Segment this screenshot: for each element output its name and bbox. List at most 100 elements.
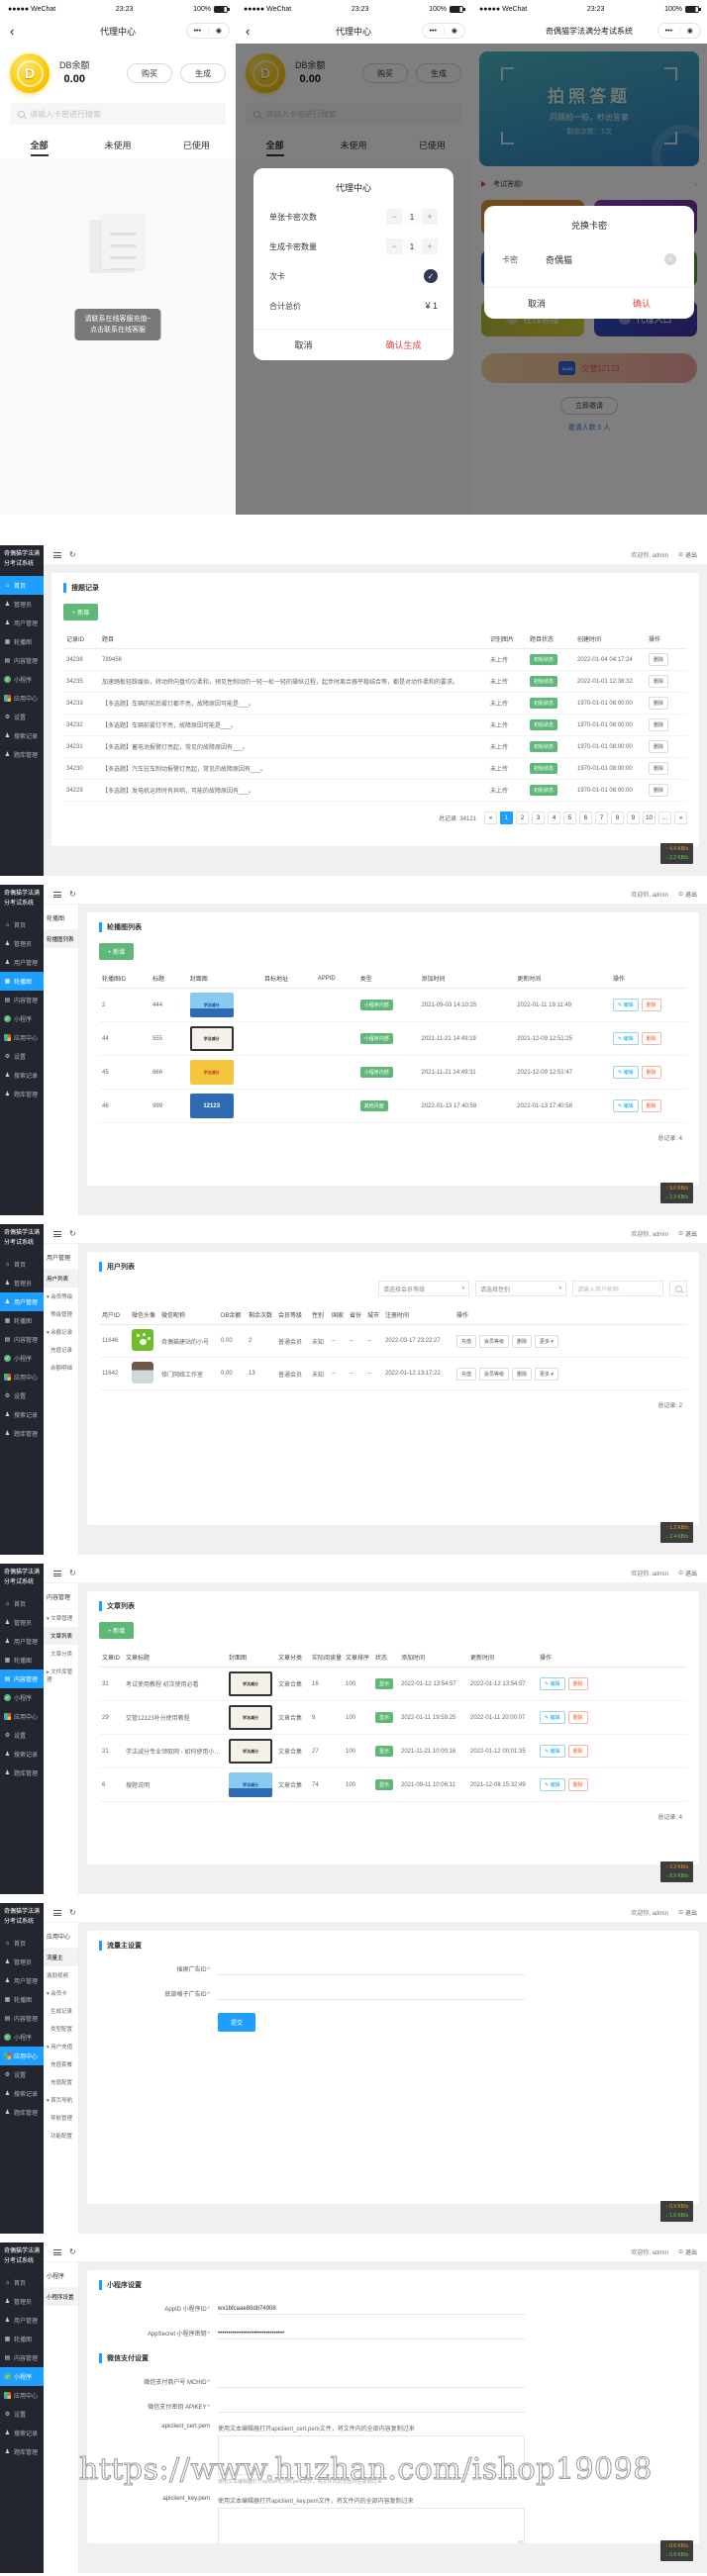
submenu-item[interactable]: 文章分类 (44, 1645, 78, 1663)
edit-button[interactable]: ✎ 编辑 (540, 1711, 565, 1724)
page-button[interactable]: 5 (563, 811, 576, 824)
sidebar-item[interactable]: 小程序 (0, 670, 44, 689)
menu-toggle-icon[interactable] (53, 551, 61, 558)
submenu-item[interactable]: 导航管理 (44, 2109, 78, 2127)
text-input[interactable] (218, 1961, 525, 1975)
edit-button[interactable]: ✎ 编辑 (613, 1032, 639, 1045)
logout-button[interactable]: ⊙ 退出 (678, 1908, 697, 1917)
logout-button[interactable]: ⊙ 退出 (678, 550, 697, 559)
delete-button[interactable]: 删除 (567, 1677, 588, 1690)
sidebar-item[interactable]: 题库管理 (0, 2442, 44, 2461)
page-button[interactable]: 1 (500, 811, 513, 824)
row-action-button[interactable]: 更多 ▾ (535, 1367, 558, 1381)
sidebar-item[interactable]: 搜索记录 (0, 2424, 44, 2442)
sidebar-item[interactable]: 首页 (0, 915, 44, 934)
sidebar-item[interactable]: 搜索记录 (0, 2084, 44, 2103)
sidebar-item[interactable]: 用户管理 (0, 2311, 44, 2330)
sidebar-item[interactable]: 用户管理 (0, 614, 44, 632)
more-icon[interactable]: ••• (423, 24, 444, 38)
row-action-button[interactable]: 会员等级 (479, 1367, 510, 1381)
sidebar-item[interactable]: 首页 (0, 576, 44, 596)
menu-toggle-icon[interactable] (53, 2248, 61, 2255)
submenu-item[interactable]: ▾ 文章管理 (44, 1609, 78, 1627)
delete-button[interactable]: 删除 (567, 1745, 588, 1758)
submenu-item[interactable]: 轮播图列表 (44, 930, 78, 948)
submenu-item[interactable]: 充值配置 (44, 2073, 78, 2091)
delete-button[interactable]: 删除 (649, 675, 669, 688)
more-icon[interactable]: ••• (187, 24, 208, 38)
add-button[interactable]: + 新增 (99, 943, 135, 960)
logout-button[interactable]: ⊙ 退出 (678, 1569, 697, 1577)
logout-button[interactable]: ⊙ 退出 (678, 2247, 697, 2256)
sidebar-item[interactable]: 内容管理 (0, 1670, 44, 1689)
page-button[interactable]: 3 (532, 811, 545, 824)
sidebar-item[interactable]: 管理员 (0, 1953, 44, 1971)
delete-button[interactable]: 删除 (641, 1099, 661, 1112)
sidebar-item[interactable]: 应用中心 (0, 2386, 44, 2405)
sidebar-item[interactable]: 应用中心 (0, 689, 44, 708)
sidebar-item[interactable]: 应用中心 (0, 1028, 44, 1047)
submit-button[interactable]: 提交 (218, 2013, 256, 2032)
sidebar-item[interactable]: 内容管理 (0, 1330, 44, 1349)
tab[interactable]: 已使用 (157, 131, 236, 158)
sidebar-item[interactable]: 首页 (0, 1255, 44, 1274)
page-button[interactable]: 10 (643, 811, 656, 824)
logout-button[interactable]: ⊙ 退出 (678, 1229, 697, 1238)
sidebar-item[interactable]: 管理员 (0, 595, 44, 614)
add-button[interactable]: + 新增 (63, 604, 99, 620)
sidebar-item[interactable]: 小程序 (0, 1009, 44, 1028)
delete-button[interactable]: 删除 (649, 784, 669, 797)
submenu-item[interactable]: ▾ 会员等级 (44, 1288, 78, 1305)
sidebar-item[interactable]: 管理员 (0, 934, 44, 953)
delete-button[interactable]: 删除 (641, 1066, 661, 1079)
mchid-input[interactable] (218, 2374, 525, 2388)
tab[interactable]: 全部 (0, 131, 78, 158)
gender-select[interactable]: 请选择性别 ▾ (475, 1281, 566, 1296)
sidebar-item[interactable]: 题库管理 (0, 1085, 44, 1103)
row-action-button[interactable]: 充值 (456, 1367, 477, 1381)
sidebar-item[interactable]: 应用中心 (0, 2047, 44, 2066)
refresh-icon[interactable]: ↻ (69, 890, 76, 899)
submenu-item[interactable]: 等级管理 (44, 1305, 78, 1323)
tab[interactable]: 未使用 (78, 131, 156, 158)
sidebar-item[interactable]: 设置 (0, 2405, 44, 2424)
delete-button[interactable]: 删除 (649, 762, 669, 775)
delete-button[interactable]: 删除 (641, 1032, 661, 1045)
refresh-icon[interactable]: ↻ (69, 1908, 76, 1917)
sidebar-item[interactable]: 用户管理 (0, 1971, 44, 1990)
edit-button[interactable]: ✎ 编辑 (613, 999, 639, 1011)
page-button[interactable]: 4 (548, 811, 560, 824)
checkbox-checked[interactable]: ✓ (424, 269, 438, 283)
page-button[interactable]: … (658, 811, 671, 824)
appsecret-input[interactable]: •••••••••••••••••••••••••••••••• (218, 2326, 525, 2339)
sidebar-item[interactable]: 小程序 (0, 2028, 44, 2047)
refresh-icon[interactable]: ↻ (69, 1569, 76, 1577)
edit-button[interactable]: ✎ 编辑 (613, 1099, 639, 1112)
page-button[interactable]: « (484, 811, 497, 824)
logout-button[interactable]: ⊙ 退出 (678, 890, 697, 899)
sidebar-item[interactable]: 搜索记录 (0, 1745, 44, 1764)
sidebar-item[interactable]: 设置 (0, 708, 44, 726)
refresh-icon[interactable]: ↻ (69, 2247, 76, 2256)
sidebar-item[interactable]: 用户管理 (0, 953, 44, 972)
plus-button[interactable]: + (422, 209, 438, 225)
sidebar-item[interactable]: 用户管理 (0, 1632, 44, 1651)
appid-input[interactable]: wx1bfcaae80db74908 (218, 2301, 525, 2315)
minus-button[interactable]: − (386, 209, 402, 225)
confirm-button[interactable]: 确认 (589, 288, 694, 319)
page-button[interactable]: 7 (595, 811, 608, 824)
row-action-button[interactable]: 充值 (456, 1334, 477, 1348)
submenu-item[interactable]: 余额明细 (44, 1359, 78, 1377)
edit-button[interactable]: ✎ 编辑 (613, 1066, 639, 1079)
minimize-icon[interactable]: ◉ (445, 24, 465, 38)
card-key-input[interactable]: 奇偶猫 (546, 253, 572, 266)
page-button[interactable]: » (674, 811, 687, 824)
submenu-item[interactable]: ▾ 用户充值 (44, 2038, 78, 2055)
sidebar-item[interactable]: 设置 (0, 2065, 44, 2084)
sidebar-item[interactable]: 题库管理 (0, 2103, 44, 2122)
delete-button[interactable]: 删除 (649, 718, 669, 731)
submenu-item[interactable]: ▸ 文件库管理 (44, 1663, 78, 1688)
edit-button[interactable]: ✎ 编辑 (540, 1778, 565, 1791)
delete-button[interactable]: 删除 (567, 1778, 588, 1791)
submenu-item[interactable]: 类型配置 (44, 2020, 78, 2038)
